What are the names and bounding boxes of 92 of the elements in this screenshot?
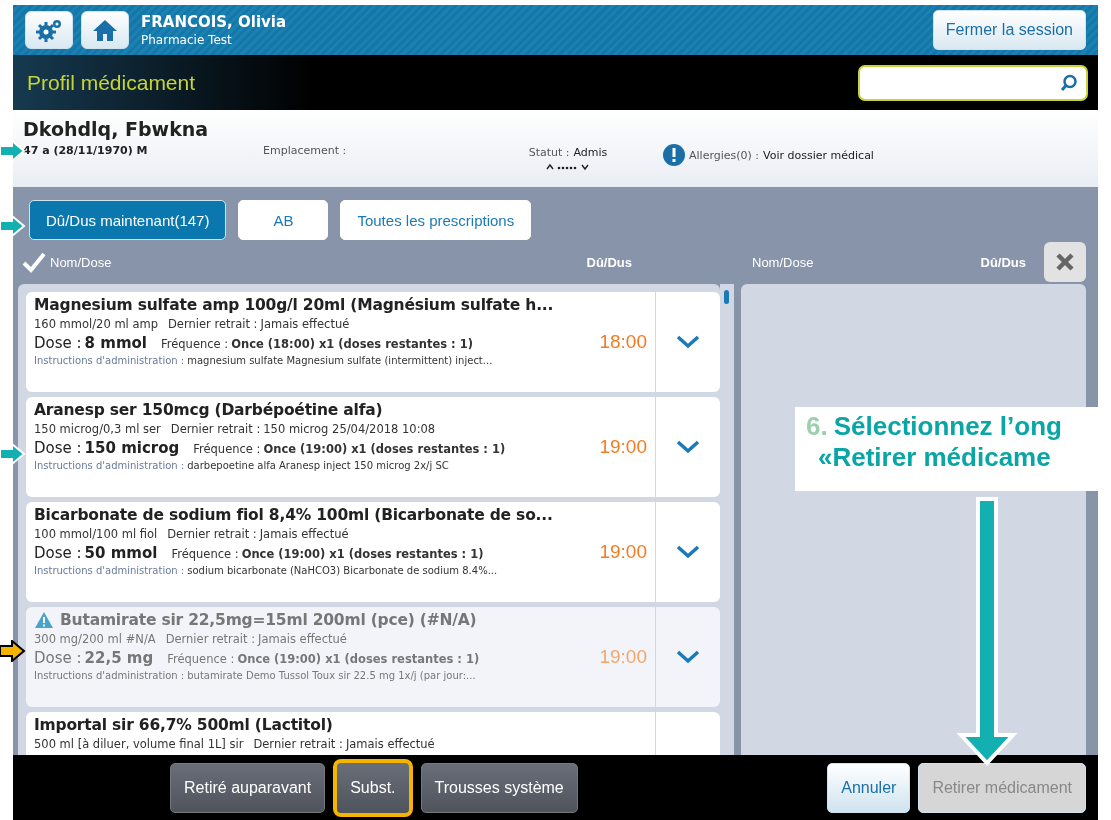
dose-label: Dose : <box>34 439 82 457</box>
strength-text: 150 microg/0,3 ml ser <box>34 422 161 436</box>
alert-icon <box>663 144 685 166</box>
dose-label: Dose : <box>34 649 82 667</box>
frequency-value: Once (19:00) x1 (doses restantes : 1) <box>241 547 484 561</box>
frequency-label: Fréquence : <box>167 652 235 666</box>
tab[interactable]: AB <box>238 200 329 240</box>
instructions-text: magnesium sulfate Magnesium sulfate (intermittent) inject... <box>187 355 493 366</box>
allergies-label: Allergies(0) : <box>689 148 760 162</box>
last-withdrawal-label: Dernier retrait : <box>165 632 256 646</box>
strength-text: 300 mg/200 ml #N/A <box>34 632 156 646</box>
settings-button[interactable] <box>25 11 73 49</box>
frequency-value: Once (19:00) x1 (doses restantes : 1) <box>263 442 506 456</box>
gears-icon <box>34 17 64 43</box>
close-icon <box>1055 252 1075 272</box>
frequency-label: Fréquence : <box>171 547 239 561</box>
medication-card[interactable] <box>26 397 720 497</box>
home-icon <box>92 18 118 42</box>
instructions-text: butamirate Demo Tussol Toux sir 22.5 mg 1x/j (par jour:... <box>187 670 476 681</box>
last-withdrawal-value: Jamais effectué <box>345 737 435 751</box>
strength-text: 160 mmol/20 ml amp <box>34 317 158 331</box>
checkmark-icon[interactable] <box>22 251 46 273</box>
column-header: Nom/Dose <box>752 254 814 270</box>
instructions-label: Instructions d'administration : <box>34 355 185 366</box>
medication-name: Butamirate sir 22,5mg=15ml 200ml (pce) (#N/A) <box>60 611 477 629</box>
instructions-text: darbepoetine alfa Aranesp inject 150 microg 2x/j SC <box>187 460 449 471</box>
medication-name: Aranesp ser 150mcg (Darbépoétine alfa) <box>34 401 383 419</box>
dose-value: 22,5 mg <box>84 649 154 667</box>
medication-name: Bicarbonate de sodium fiol 8,4% 100ml (Bicarbonate de so... <box>34 506 553 524</box>
due-time: 18:00 <box>599 331 647 353</box>
instructions-label: Instructions d'administration : <box>34 670 185 681</box>
close-button[interactable] <box>1044 242 1086 282</box>
search-field[interactable] <box>858 64 1088 101</box>
last-withdrawal-value: Jamais effectué <box>259 527 349 541</box>
column-header: Dû/Dus <box>980 254 1026 270</box>
patient-name: Dkohdlq, Fbwkna <box>23 118 209 140</box>
medication-card[interactable] <box>26 292 720 392</box>
action-button[interactable]: Retiré auparavant <box>170 762 326 813</box>
dose-label: Dose : <box>34 334 82 352</box>
chevron-down-icon[interactable] <box>676 335 700 349</box>
last-withdrawal-label: Dernier retrait : <box>253 737 343 751</box>
pager-dots-icon[interactable] <box>546 163 590 171</box>
medical-record-link[interactable]: Voir dossier médical <box>763 148 874 162</box>
status-value: Admis <box>573 146 608 159</box>
action-button[interactable]: Annuler <box>827 762 911 813</box>
home-button[interactable] <box>81 11 129 49</box>
dose-label: Dose : <box>34 544 82 562</box>
tab[interactable]: Toutes les prescriptions <box>340 200 532 240</box>
screen-title: Profil médicament <box>27 70 196 95</box>
frequency-value: Once (18:00) x1 (doses restantes : 1) <box>231 337 473 351</box>
medication-card[interactable]: Importal sir 66,7% 500ml (Lactitol) 500 ml [à diluer, volume final 1L] sir Dernier retrait : Jamais effectué <box>26 712 720 755</box>
location-label: Emplacement : <box>263 144 348 157</box>
instructions-label: Instructions d'administration : <box>34 460 185 471</box>
step-number: 6. <box>806 411 828 442</box>
status-label: Statut : <box>528 146 570 159</box>
due-time: 19:00 <box>599 541 647 563</box>
instructions-label: Instructions d'administration : <box>34 565 185 576</box>
column-header: Dû/Dus <box>586 254 632 270</box>
frequency-value: Once (19:00) x1 (doses restantes : 1) <box>237 652 480 666</box>
instruction-text: Sélectionnez l’ong <box>833 411 1062 442</box>
chevron-down-icon[interactable] <box>676 545 700 559</box>
frequency-label: Fréquence : <box>193 442 261 456</box>
due-time: 19:00 <box>599 436 647 458</box>
strength-text: 500 ml [à diluer, volume final 1L] sir <box>34 737 244 751</box>
patient-age: 47 a (28/11/1970) M <box>23 144 149 157</box>
action-button[interactable]: Trousses système <box>420 762 578 813</box>
pharmacy-name: Pharmacie Test <box>141 33 233 47</box>
last-withdrawal-label: Dernier retrait : <box>170 422 261 436</box>
chevron-down-icon[interactable] <box>676 440 700 454</box>
column-header: Nom/Dose <box>50 254 112 270</box>
instruction-text: «Retirer médicame <box>818 442 1052 473</box>
due-time: 19:00 <box>599 646 647 668</box>
action-button[interactable]: Subst. <box>333 758 413 817</box>
last-withdrawal-value: Jamais effectué <box>260 317 350 331</box>
strength-text: 100 mmol/100 ml fiol <box>34 527 158 541</box>
last-withdrawal-value: 150 microg 25/04/2018 10:08 <box>263 422 436 436</box>
medication-name: Importal sir 66,7% 500ml (Lactitol) <box>34 716 333 734</box>
last-withdrawal-value: Jamais effectué <box>258 632 347 646</box>
dose-value: 50 mmol <box>84 544 158 562</box>
medication-name: Magnesium sulfate amp 100g/l 20ml (Magnésium sulfate h... <box>34 296 554 314</box>
instructions-text: sodium bicarbonate (NaHCO3) Bicarbonate de sodium 8.4%... <box>187 565 498 576</box>
scrollbar-thumb[interactable] <box>724 290 729 304</box>
last-withdrawal-label: Dernier retrait : <box>167 527 257 541</box>
frequency-label: Fréquence : <box>160 337 229 351</box>
medication-card[interactable] <box>26 502 720 602</box>
search-icon <box>1060 73 1078 92</box>
logout-button[interactable]: Fermer la session <box>932 10 1086 50</box>
dose-value: 150 microg <box>84 439 180 457</box>
dose-value: 8 mmol <box>84 334 147 352</box>
last-withdrawal-label: Dernier retrait : <box>168 317 258 331</box>
user-name: FRANCOIS, Olivia <box>141 13 287 31</box>
tab[interactable]: Dû/Dus maintenant(147) <box>29 200 227 240</box>
